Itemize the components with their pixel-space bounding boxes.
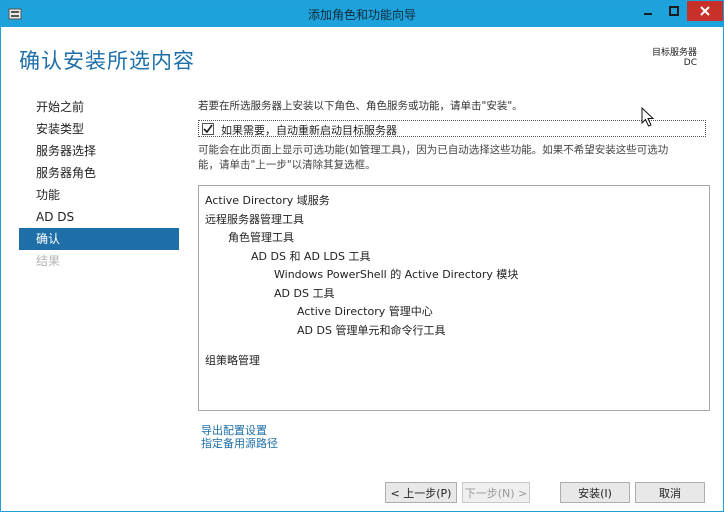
close-icon: [700, 6, 710, 16]
mouse-cursor-icon: [641, 107, 655, 127]
install-button[interactable]: 安装(I): [560, 482, 630, 503]
feature-item: 角色管理工具: [228, 231, 294, 244]
nav-item-features[interactable]: 功能: [19, 184, 179, 206]
selected-features-list[interactable]: Active Directory 域服务 远程服务器管理工具 角色管理工具 AD…: [198, 185, 710, 411]
feature-item: AD DS 和 AD LDS 工具: [251, 250, 371, 263]
target-server-label: 目标服务器: [651, 48, 697, 58]
nav-item-results: 结果: [36, 254, 61, 268]
previous-button[interactable]: < 上一步(P): [385, 482, 457, 503]
feature-item: AD DS 管理单元和命令行工具: [297, 324, 446, 337]
page-title: 确认安装所选内容: [19, 49, 195, 73]
maximize-icon: [669, 6, 679, 16]
checkmark-icon: [203, 124, 213, 134]
feature-item: AD DS 工具: [274, 287, 335, 300]
restart-checkbox[interactable]: [202, 123, 214, 135]
nav-item-server-roles[interactable]: 服务器角色: [19, 162, 179, 184]
wizard-nav: 开始之前 安装类型 服务器选择 服务器角色 功能 AD DS 确认 结果: [19, 96, 179, 272]
optional-features-note: 可能会在此页面上显示可选功能(如管理工具)，因为已自动选择这些功能。如果不希望安…: [198, 143, 704, 173]
wizard-window: 添加角色和功能向导 确认安装所选内容 目标服务器 DC 开始之前 安装类型 服务…: [0, 0, 724, 512]
nav-item-before-you-begin[interactable]: 开始之前: [19, 96, 179, 118]
page-header: 确认安装所选内容 目标服务器 DC: [1, 27, 723, 89]
link-group: 导出配置设置 指定备用源路径: [201, 424, 278, 450]
restart-option[interactable]: 如果需要，自动重新启动目标服务器: [198, 120, 706, 137]
nav-item-confirmation[interactable]: 确认: [19, 228, 179, 250]
feature-item: 组策略管理: [205, 354, 260, 367]
export-config-link[interactable]: 导出配置设置: [201, 424, 278, 437]
nav-item-installation-type[interactable]: 安装类型: [19, 118, 179, 140]
feature-item: Active Directory 管理中心: [297, 305, 433, 318]
intro-text: 若要在所选服务器上安装以下角色、角色服务或功能，请单击"安装"。: [198, 100, 523, 112]
feature-item: Active Directory 域服务: [205, 194, 330, 207]
title-bar[interactable]: 添加角色和功能向导: [1, 1, 723, 27]
note-line-1: 可能会在此页面上显示可选功能(如管理工具)，因为已自动选择这些功能。如果不希望安…: [198, 144, 669, 156]
minimize-button[interactable]: [635, 1, 661, 21]
note-line-2: 能，请单击"上一步"以清除其复选框。: [198, 159, 376, 171]
alternate-source-link[interactable]: 指定备用源路径: [201, 437, 278, 450]
feature-item: 远程服务器管理工具: [205, 213, 304, 226]
minimize-icon: [644, 13, 652, 15]
nav-item-server-selection[interactable]: 服务器选择: [19, 140, 179, 162]
window-title: 添加角色和功能向导: [307, 8, 416, 22]
close-button[interactable]: [687, 1, 723, 21]
restart-checkbox-label[interactable]: 如果需要，自动重新启动目标服务器: [221, 122, 397, 138]
cancel-button[interactable]: 取消: [635, 482, 705, 503]
feature-item: Windows PowerShell 的 Active Directory 模块: [274, 268, 519, 281]
nav-item-ad-ds[interactable]: AD DS: [19, 206, 179, 228]
next-button[interactable]: 下一步(N) >: [462, 482, 530, 503]
maximize-button[interactable]: [661, 1, 687, 21]
target-server-value: DC: [683, 58, 697, 68]
